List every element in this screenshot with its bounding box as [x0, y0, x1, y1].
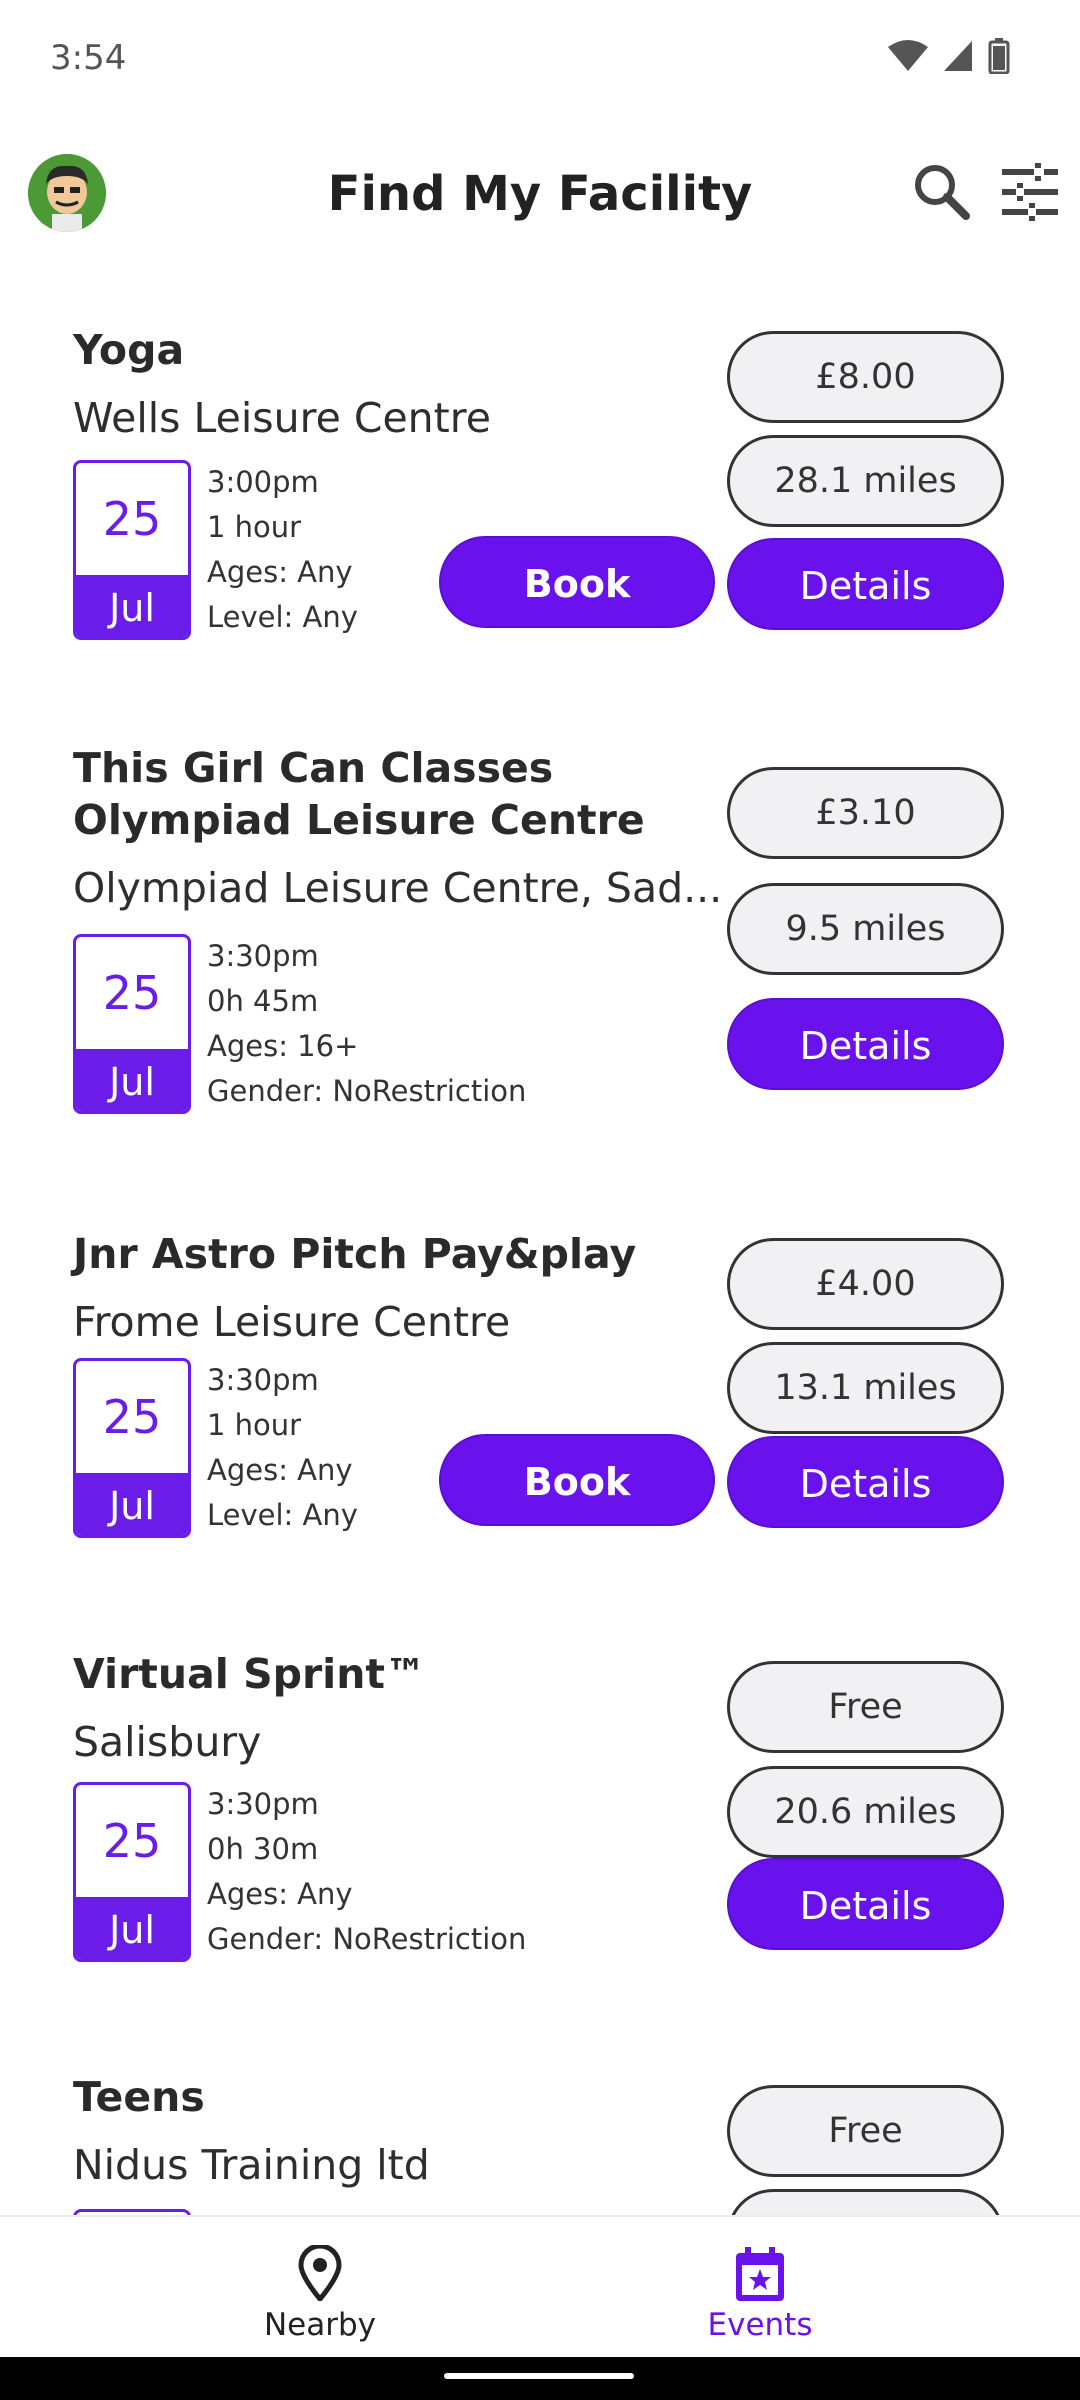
- event-title: Teens: [73, 2073, 205, 2121]
- signal-icon: [944, 41, 972, 71]
- date-month: Jul: [76, 575, 188, 637]
- date-month: Jul: [76, 1473, 188, 1535]
- event-level: Level: Any: [207, 600, 358, 634]
- event-details: 3:30pm 1 hour Ages: Any Level: Any: [207, 1358, 358, 1538]
- date-badge: 25 Jul: [73, 1358, 191, 1538]
- price-pill: £4.00: [727, 1238, 1004, 1330]
- distance-pill: 28.1 miles: [727, 435, 1004, 527]
- date-day: 25: [102, 1814, 162, 1868]
- battery-icon: [988, 38, 1010, 74]
- event-duration: 0h 30m: [207, 1832, 319, 1866]
- event-gender: Gender: NoRestriction: [207, 1074, 527, 1108]
- event-title: Jnr Astro Pitch Pay&play: [73, 1230, 637, 1278]
- distance-pill: 9.5 miles: [727, 883, 1004, 975]
- event-venue: Salisbury: [73, 1718, 262, 1766]
- event-ages: Ages: Any: [207, 555, 353, 589]
- event-gender: Gender: NoRestriction: [207, 1922, 527, 1956]
- distance-pill: 13.1 miles: [727, 1342, 1004, 1434]
- details-button[interactable]: Details: [727, 998, 1004, 1090]
- details-button[interactable]: Details: [727, 1436, 1004, 1528]
- event-details: 3:00pm 1 hour Ages: Any Level: Any: [207, 460, 358, 640]
- event-ages: Ages: 16+: [207, 1029, 359, 1063]
- calendar-star-icon: [736, 2247, 784, 2301]
- date-day: 25: [102, 492, 162, 546]
- tune-icon: [1002, 163, 1058, 221]
- status-icons: [888, 38, 1010, 74]
- location-pin-icon: [298, 2245, 342, 2301]
- event-details: 3:30pm 0h 30m Ages: Any Gender: NoRestri…: [207, 1782, 526, 1962]
- event-title: Yoga: [73, 326, 185, 374]
- wifi-icon: [888, 40, 928, 71]
- event-ages: Ages: Any: [207, 1877, 353, 1911]
- details-button[interactable]: Details: [727, 538, 1004, 630]
- event-ages: Ages: Any: [207, 1453, 353, 1487]
- bottom-nav: Nearby Events: [0, 2215, 1080, 2357]
- app-bar: Find My Facility: [0, 118, 1080, 268]
- nav-events-label: Events: [707, 2307, 813, 2343]
- date-month: Jul: [76, 1897, 188, 1959]
- event-list[interactable]: Yoga Wells Leisure Centre 25 Jul 3:00pm …: [0, 268, 1080, 2215]
- price-pill: Free: [727, 2085, 1004, 2177]
- status-bar: 3:54: [0, 0, 1080, 118]
- date-day: 25: [102, 966, 162, 1020]
- nav-events[interactable]: Events: [490, 2217, 1030, 2359]
- event-venue: Wells Leisure Centre: [73, 394, 491, 442]
- date-badge: 25 Jul: [73, 934, 191, 1114]
- event-duration: 1 hour: [207, 510, 302, 544]
- date-badge: 25 Jul: [73, 460, 191, 640]
- price-pill: £8.00: [727, 331, 1004, 423]
- date-badge: 25 Jul: [73, 1782, 191, 1962]
- date-day: 25: [102, 1390, 162, 1444]
- system-nav-bar: [0, 2357, 1080, 2400]
- distance-pill: [727, 2189, 1004, 2215]
- event-time: 3:00pm: [207, 465, 319, 499]
- event-time: 3:30pm: [207, 1363, 319, 1397]
- details-button[interactable]: Details: [727, 1858, 1004, 1950]
- event-venue: Frome Leisure Centre: [73, 1298, 511, 1346]
- event-title: This Girl Can Classes Olympiad Leisure C…: [73, 744, 645, 844]
- event-time: 3:30pm: [207, 939, 319, 973]
- book-button[interactable]: Book: [439, 1434, 715, 1526]
- distance-pill: 20.6 miles: [727, 1766, 1004, 1858]
- event-duration: 1 hour: [207, 1408, 302, 1442]
- event-venue: Nidus Training ltd: [73, 2141, 430, 2189]
- status-time: 3:54: [50, 38, 127, 78]
- event-duration: 0h 45m: [207, 984, 319, 1018]
- search-button[interactable]: [910, 160, 974, 224]
- date-month: Jul: [76, 1049, 188, 1111]
- event-details: 3:30pm 0h 45m Ages: 16+ Gender: NoRestri…: [207, 934, 526, 1114]
- event-level: Level: Any: [207, 1498, 358, 1532]
- filter-button[interactable]: [998, 160, 1062, 224]
- search-icon: [915, 165, 970, 220]
- event-title: Virtual Sprint™: [73, 1650, 427, 1698]
- home-indicator[interactable]: [444, 2373, 634, 2379]
- event-time: 3:30pm: [207, 1787, 319, 1821]
- book-button[interactable]: Book: [439, 536, 715, 628]
- price-pill: Free: [727, 1661, 1004, 1753]
- price-pill: £3.10: [727, 767, 1004, 859]
- event-venue: Olympiad Leisure Centre, Sad...: [73, 864, 723, 912]
